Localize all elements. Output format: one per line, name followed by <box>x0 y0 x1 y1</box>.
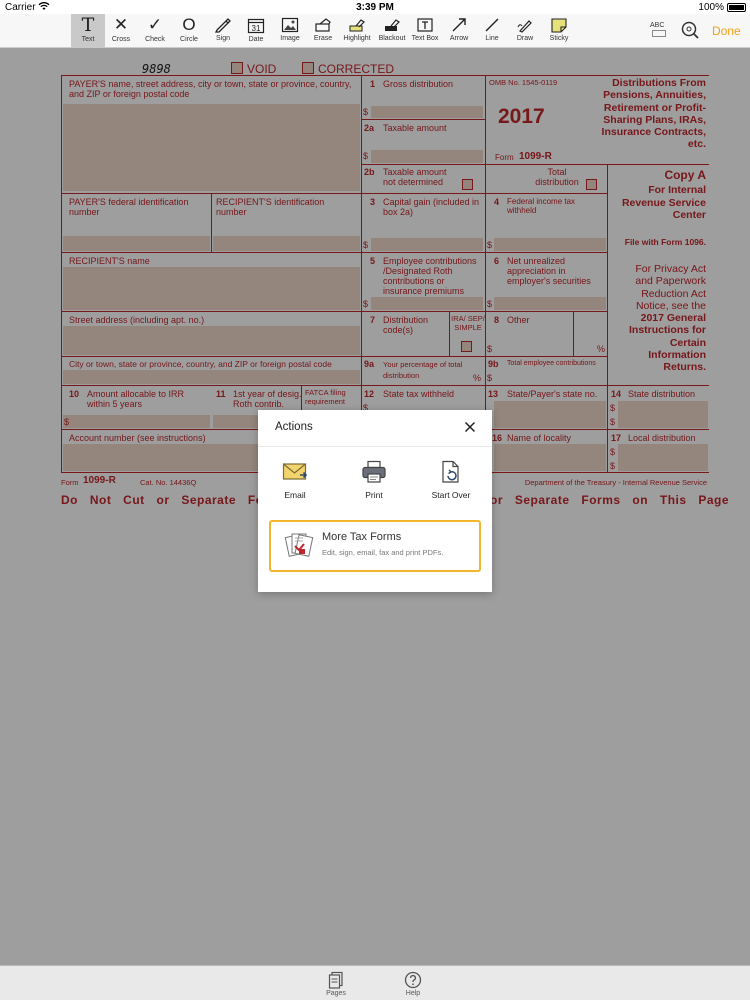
tool-label: Text <box>81 36 95 43</box>
promo-subtitle: Edit, sign, email, fax and print PDFs. <box>322 548 444 557</box>
tool-label: Text Box <box>411 35 439 42</box>
email-action-button[interactable]: Email <box>260 460 330 500</box>
tool-label: Sticky <box>549 35 569 42</box>
dialog-divider <box>258 446 492 447</box>
tool-label: Cross <box>111 36 131 43</box>
arrow-icon <box>452 18 466 32</box>
pen-sign-icon <box>214 18 231 33</box>
tool-label: Highlight <box>343 35 371 42</box>
tool-date[interactable]: 31 Date <box>241 14 271 48</box>
more-tax-forms-promo[interactable]: More Tax Forms Edit, sign, email, fax an… <box>269 520 481 572</box>
annotation-toolbar: T Text ✕ Cross ✓ Check O Circle Sign 31 … <box>0 14 750 48</box>
pages-icon <box>328 971 343 989</box>
calendar-day: 31 <box>252 24 261 33</box>
tool-label: Blackout <box>378 35 406 42</box>
help-label: Help <box>405 990 421 997</box>
tool-text[interactable]: T Text <box>71 14 105 48</box>
cross-tool-icon: ✕ <box>113 15 129 34</box>
tool-text-box[interactable]: Text Box <box>409 14 441 48</box>
tool-label: Arrow <box>449 35 469 42</box>
tool-label: Circle <box>180 36 198 43</box>
dialog-title: Actions <box>275 421 313 433</box>
tool-highlight[interactable]: Highlight <box>340 14 374 48</box>
sticky-note-icon <box>551 18 567 33</box>
print-label: Print <box>365 490 383 500</box>
line-icon <box>485 18 499 32</box>
abc-label: ABC <box>650 22 665 29</box>
help-icon <box>404 971 422 989</box>
tool-erase[interactable]: Erase <box>308 14 338 48</box>
start-over-label: Start Over <box>431 490 471 500</box>
tool-label: Erase <box>313 35 333 42</box>
printer-icon <box>362 460 386 483</box>
zoom-button[interactable] <box>680 20 700 40</box>
calendar-icon: 31 <box>247 18 265 34</box>
envelope-icon <box>282 463 308 480</box>
tool-label: Check <box>145 36 165 43</box>
tool-image[interactable]: Image <box>275 14 305 48</box>
start-over-action-button[interactable]: Start Over <box>416 460 486 500</box>
tool-label: Line <box>485 35 499 42</box>
tool-label: Sign <box>215 35 230 42</box>
battery-icon <box>727 3 746 12</box>
text-tool-icon: T <box>81 14 95 36</box>
tax-forms-stack-icon <box>284 530 314 563</box>
eraser-icon <box>315 18 331 32</box>
tool-blackout[interactable]: Blackout <box>375 14 409 48</box>
check-tool-icon: ✓ <box>147 15 163 34</box>
tool-cross[interactable]: ✕ Cross <box>106 14 136 48</box>
text-box-icon <box>417 18 433 32</box>
tool-sign[interactable]: Sign <box>208 14 238 48</box>
highlighter-icon <box>349 19 365 32</box>
tool-draw[interactable]: Draw <box>510 14 540 48</box>
bottom-toolbar: Pages Help <box>0 965 750 1000</box>
spellcheck-icon <box>652 30 666 37</box>
blackout-icon <box>385 19 400 31</box>
tool-line[interactable]: Line <box>477 14 507 48</box>
pages-label: Pages <box>326 990 346 997</box>
print-action-button[interactable]: Print <box>339 460 409 500</box>
tool-sticky[interactable]: Sticky <box>543 14 575 48</box>
circle-tool-icon: O <box>182 15 196 34</box>
battery-percent: 100% <box>698 2 724 13</box>
help-button[interactable]: Help <box>393 971 433 997</box>
tool-label: Draw <box>516 35 534 42</box>
image-icon <box>281 17 299 33</box>
tool-label: Image <box>280 35 300 42</box>
email-label: Email <box>284 490 306 500</box>
close-icon[interactable] <box>463 421 477 435</box>
tool-check[interactable]: ✓ Check <box>139 14 171 48</box>
tool-label: Date <box>248 36 264 43</box>
clock: 3:39 PM <box>356 2 394 13</box>
promo-title: More Tax Forms <box>322 531 402 543</box>
tool-circle[interactable]: O Circle <box>173 14 205 48</box>
document-refresh-icon <box>442 460 459 483</box>
zoom-icon <box>681 21 699 39</box>
pages-button[interactable]: Pages <box>316 971 356 997</box>
actions-dialog: Actions Email Print Start Over More Tax … <box>258 410 492 592</box>
draw-pen-icon <box>517 20 532 33</box>
tool-arrow[interactable]: Arrow <box>444 14 474 48</box>
